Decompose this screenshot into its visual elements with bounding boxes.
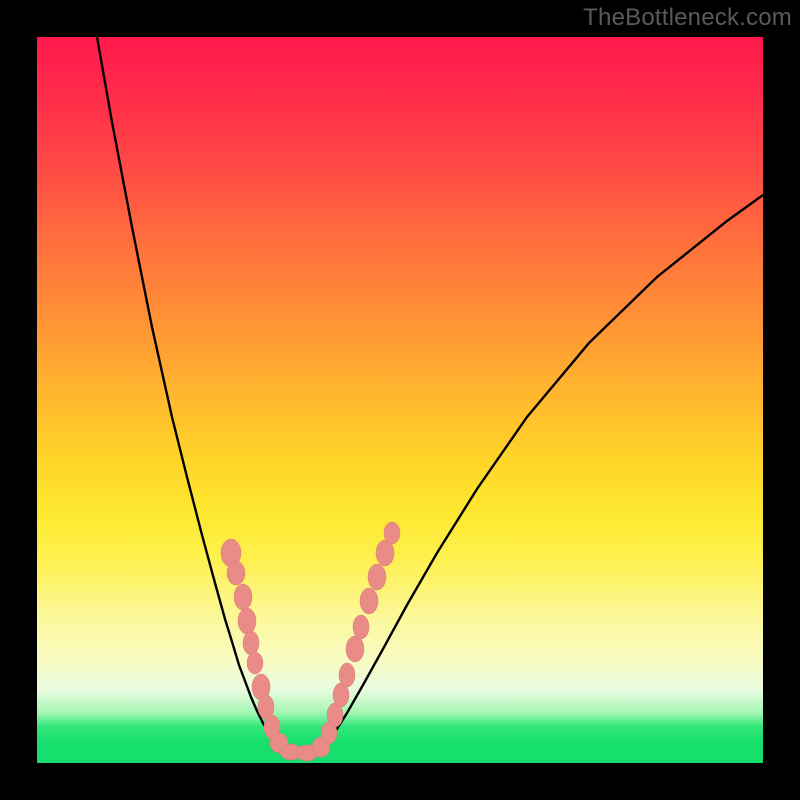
marker-dot [384, 522, 400, 544]
marker-dot [353, 615, 369, 639]
curve-layer [37, 37, 763, 763]
marker-dot [247, 652, 263, 674]
marker-dot [243, 631, 259, 655]
marker-dot [234, 584, 252, 610]
watermark-text: TheBottleneck.com [583, 4, 792, 32]
marker-dot [227, 561, 245, 585]
plot-area [37, 37, 763, 763]
bottleneck-curve [97, 37, 763, 755]
chart-frame: TheBottleneck.com [0, 0, 800, 800]
marker-dot [238, 608, 256, 634]
marker-dot [360, 588, 378, 614]
marker-cluster [221, 522, 400, 761]
marker-dot [346, 636, 364, 662]
marker-dot [339, 663, 355, 687]
marker-dot [368, 564, 386, 590]
